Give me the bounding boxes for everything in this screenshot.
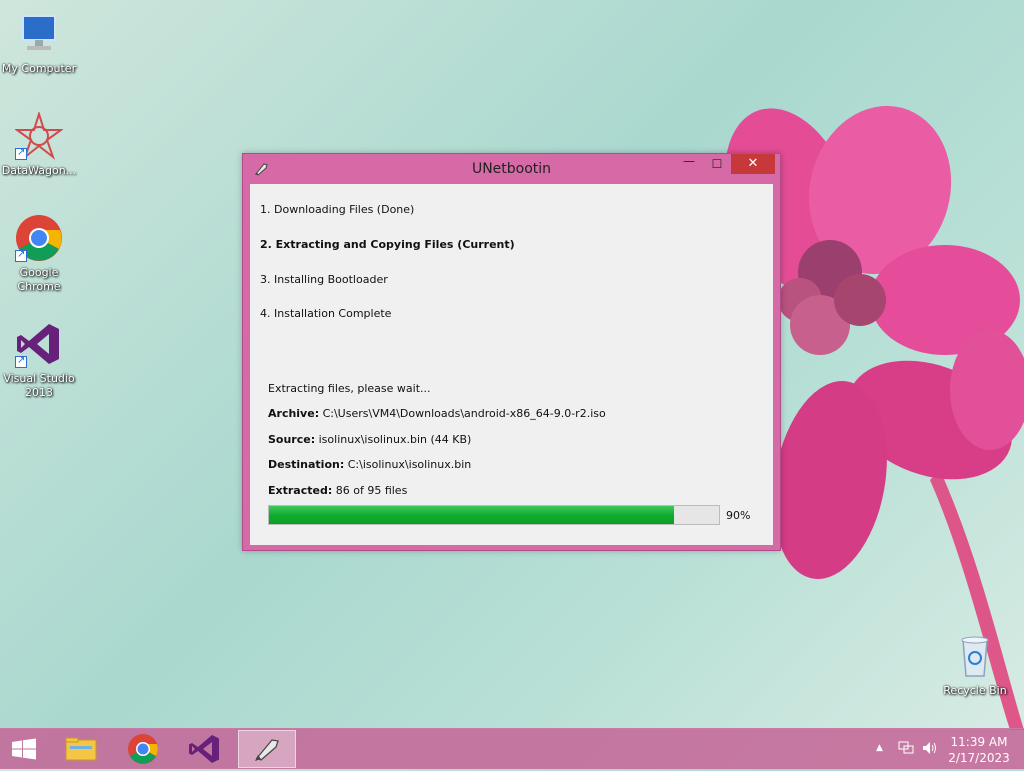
chrome-icon	[128, 734, 158, 764]
source-label: Source:	[268, 433, 316, 446]
taskbar-unetbootin[interactable]	[238, 730, 296, 768]
extracted-label: Extracted:	[268, 484, 333, 497]
step-downloading: 1. Downloading Files (Done)	[260, 203, 415, 216]
desktop-icon-visual-studio[interactable]: Visual Studio 2013	[0, 320, 78, 400]
step-extracting: 2. Extracting and Copying Files (Current…	[260, 238, 515, 251]
window-titlebar[interactable]: UNetbootin — ☐ ✕	[243, 154, 780, 184]
desktop-icon-label: My Computer	[1, 62, 77, 75]
taskbar: ▲ 11:39 AM 2/17/2023	[0, 728, 1024, 769]
archive-row: Archive: C:\Users\VM4\Downloads\android-…	[268, 407, 606, 420]
close-button[interactable]: ✕	[731, 154, 775, 174]
volume-icon[interactable]	[922, 741, 938, 758]
desktop-icon-label: Google Chrome	[17, 266, 61, 293]
show-hidden-icons-chevron-icon[interactable]: ▲	[876, 743, 883, 753]
shortcut-arrow-icon	[15, 354, 27, 368]
recycle-bin-icon	[951, 632, 999, 680]
destination-row: Destination: C:\isolinux\isolinux.bin	[268, 458, 471, 471]
desktop-icon-google-chrome[interactable]: Google Chrome	[0, 214, 78, 294]
taskbar-file-explorer[interactable]	[52, 730, 110, 768]
datawagon-icon	[13, 110, 65, 160]
shortcut-arrow-icon	[15, 146, 27, 160]
extracted-value: 86 of 95 files	[335, 484, 408, 497]
desktop-icon-my-computer[interactable]: My Computer	[0, 10, 78, 76]
desktop-icon-datawagon[interactable]: DataWagon...	[0, 110, 78, 178]
unetbootin-icon	[255, 739, 279, 761]
destination-value: C:\isolinux\isolinux.bin	[347, 458, 472, 471]
file-explorer-icon	[65, 737, 97, 761]
archive-label: Archive:	[268, 407, 320, 420]
extracted-row: Extracted: 86 of 95 files	[268, 484, 407, 497]
taskbar-chrome[interactable]	[114, 730, 172, 768]
maximize-button[interactable]: ☐	[703, 154, 731, 174]
network-icon[interactable]	[898, 741, 914, 758]
archive-value: C:\Users\VM4\Downloads\android-x86_64-9.…	[322, 407, 606, 420]
unetbootin-window: UNetbootin — ☐ ✕ 1. Downloading Files (D…	[242, 153, 781, 551]
start-button[interactable]	[0, 730, 48, 768]
taskbar-clock[interactable]: 11:39 AM 2/17/2023	[944, 734, 1014, 766]
visual-studio-icon	[15, 320, 63, 368]
window-client-area: 1. Downloading Files (Done) 2. Extractin…	[250, 184, 773, 545]
chrome-icon	[15, 214, 63, 262]
clock-date: 2/17/2023	[948, 751, 1010, 765]
status-text: Extracting files, please wait...	[268, 382, 431, 395]
progress-bar	[268, 505, 720, 525]
desktop-icon-label: Visual Studio 2013	[3, 372, 75, 399]
clock-time: 11:39 AM	[950, 735, 1008, 749]
step-installation-complete: 4. Installation Complete	[260, 307, 392, 320]
source-value: isolinux\isolinux.bin (44 KB)	[318, 433, 472, 446]
computer-icon	[15, 10, 63, 58]
progress-bar-fill	[269, 506, 674, 524]
desktop-icon-label: Recycle Bin	[943, 684, 1007, 697]
windows-start-icon	[12, 738, 36, 760]
destination-label: Destination:	[268, 458, 345, 471]
progress-percent: 90%	[726, 509, 751, 522]
visual-studio-icon	[189, 735, 219, 763]
desktop-icon-label: DataWagon...	[1, 164, 77, 177]
shortcut-arrow-icon	[15, 248, 27, 262]
desktop-icon-recycle-bin[interactable]: Recycle Bin	[936, 632, 1014, 698]
source-row: Source: isolinux\isolinux.bin (44 KB)	[268, 433, 471, 446]
taskbar-visual-studio[interactable]	[176, 730, 234, 768]
step-installing-bootloader: 3. Installing Bootloader	[260, 273, 388, 286]
minimize-button[interactable]: —	[675, 151, 703, 171]
